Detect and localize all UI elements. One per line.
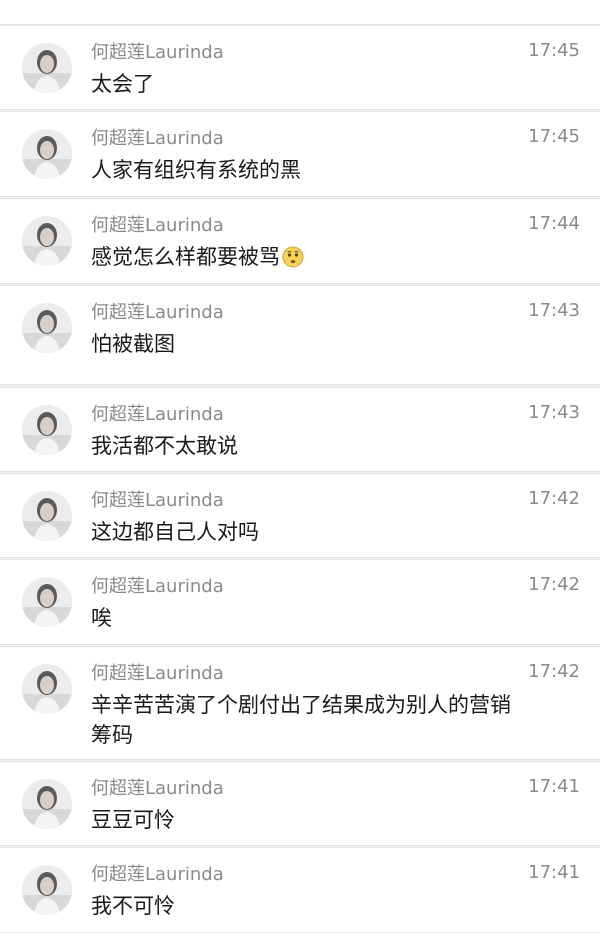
message-text: 唉: [91, 606, 112, 630]
message-time: 17:42: [528, 574, 580, 595]
avatar-image: [22, 303, 72, 353]
avatar-image: [22, 577, 72, 627]
avatar[interactable]: [22, 779, 72, 829]
message-text: 怕被截图: [91, 332, 175, 356]
message-time: 17:45: [528, 40, 580, 61]
message-time: 17:44: [528, 213, 580, 234]
avatar[interactable]: [22, 491, 72, 541]
avatar[interactable]: [22, 865, 72, 915]
avatar[interactable]: [22, 405, 72, 455]
message-row[interactable]: 何超莲Laurinda 17:44 感觉怎么样都要被骂: [0, 198, 600, 284]
message-text-content: 感觉怎么样都要被骂: [91, 245, 280, 269]
sender-name: 何超莲Laurinda: [91, 490, 224, 511]
sender-name: 何超莲Laurinda: [91, 215, 224, 236]
avatar-image: [22, 865, 72, 915]
message-row[interactable]: 何超莲Laurinda 17:42 唉: [0, 559, 600, 645]
previous-message-edge: [0, 0, 600, 25]
message-row[interactable]: 何超莲Laurinda 17:41 我不可怜: [0, 847, 600, 933]
message-text: 太会了: [91, 72, 154, 96]
sender-name: 何超莲Laurinda: [91, 128, 224, 149]
message-text: 我活都不太敢说: [91, 434, 238, 458]
message-text: 感觉怎么样都要被骂: [91, 242, 531, 272]
message-row[interactable]: 何超莲Laurinda 17:42 这边都自己人对吗: [0, 473, 600, 558]
avatar-image: [22, 129, 72, 179]
message-row[interactable]: 何超莲Laurinda 17:41 豆豆可怜: [0, 761, 600, 846]
message-time: 17:42: [528, 661, 580, 682]
avatar[interactable]: [22, 303, 72, 353]
message-row[interactable]: 何超莲Laurinda 17:43 我活都不太敢说: [0, 387, 600, 472]
sender-name: 何超莲Laurinda: [91, 576, 224, 597]
sender-name: 何超莲Laurinda: [91, 42, 224, 63]
message-text: 我不可怜: [91, 894, 175, 918]
message-time: 17:41: [528, 862, 580, 883]
message-row[interactable]: 何超莲Laurinda 17:42 辛辛苦苦演了个剧付出了结果成为别人的营销筹码: [0, 646, 600, 760]
sender-name: 何超莲Laurinda: [91, 864, 224, 885]
message-time: 17:42: [528, 488, 580, 509]
message-text: 这边都自己人对吗: [91, 520, 259, 544]
avatar-image: [22, 216, 72, 266]
avatar[interactable]: [22, 129, 72, 179]
sender-name: 何超莲Laurinda: [91, 663, 224, 684]
avatar-image: [22, 405, 72, 455]
avatar-image: [22, 779, 72, 829]
worried-face-icon: [282, 246, 304, 268]
message-row[interactable]: 何超莲Laurinda 17:43 怕被截图: [0, 285, 600, 385]
message-text: 豆豆可怜: [91, 808, 175, 832]
chat-message-list[interactable]: 何超莲Laurinda 17:45 太会了 何超莲Laurinda 17:45 …: [0, 0, 600, 933]
avatar-image: [22, 43, 72, 93]
avatar[interactable]: [22, 43, 72, 93]
message-row[interactable]: 何超莲Laurinda 17:45 人家有组织有系统的黑: [0, 111, 600, 197]
message-text: 人家有组织有系统的黑: [91, 158, 301, 182]
message-time: 17:43: [528, 402, 580, 423]
avatar-image: [22, 491, 72, 541]
sender-name: 何超莲Laurinda: [91, 404, 224, 425]
avatar[interactable]: [22, 664, 72, 714]
avatar-image: [22, 664, 72, 714]
message-time: 17:41: [528, 776, 580, 797]
avatar[interactable]: [22, 216, 72, 266]
message-text: 辛辛苦苦演了个剧付出了结果成为别人的营销筹码: [91, 693, 511, 747]
avatar[interactable]: [22, 577, 72, 627]
sender-name: 何超莲Laurinda: [91, 302, 224, 323]
message-time: 17:43: [528, 300, 580, 321]
message-row[interactable]: 何超莲Laurinda 17:45 太会了: [0, 25, 600, 110]
sender-name: 何超莲Laurinda: [91, 778, 224, 799]
message-time: 17:45: [528, 126, 580, 147]
